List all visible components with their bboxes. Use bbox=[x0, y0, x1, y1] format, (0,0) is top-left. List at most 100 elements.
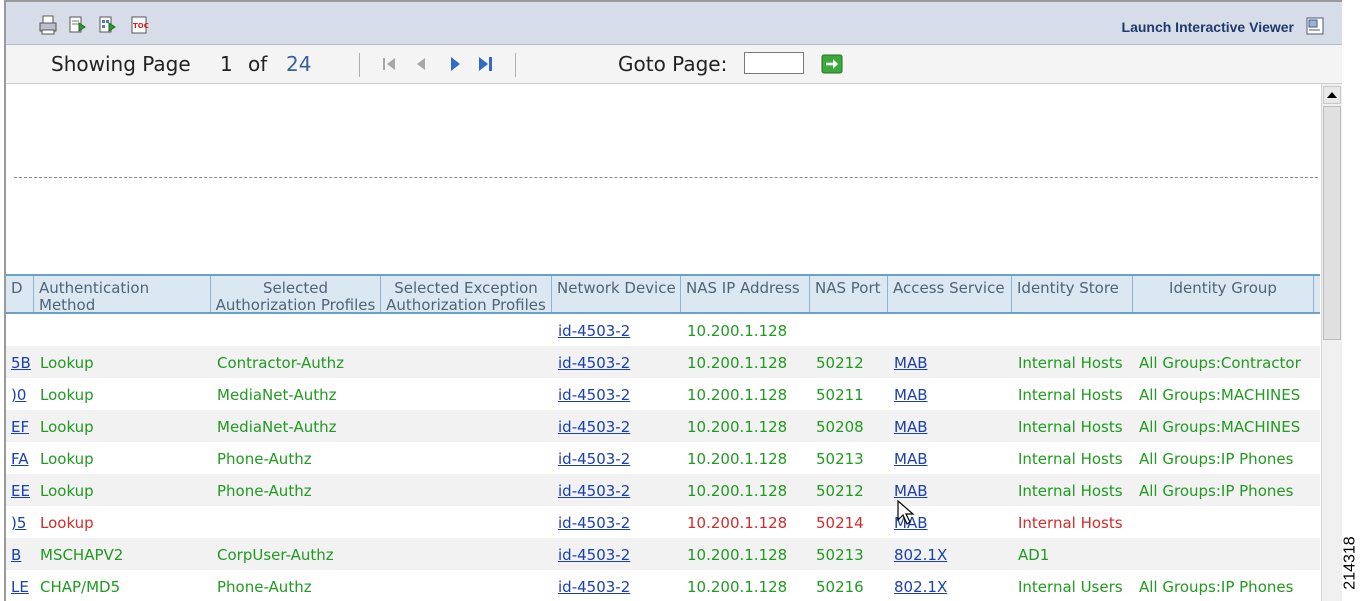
cell-ip: 10.200.1.128 bbox=[687, 386, 788, 404]
cell-id[interactable]: 5B bbox=[11, 354, 31, 372]
cell-id[interactable]: )0 bbox=[11, 386, 26, 404]
cell-device[interactable]: id-4503-2 bbox=[558, 578, 630, 596]
cell-ip: 10.200.1.128 bbox=[687, 354, 788, 372]
cell-id[interactable]: FA bbox=[11, 450, 29, 468]
launch-viewer-icon[interactable] bbox=[1306, 17, 1324, 35]
cell-profile: MediaNet-Authz bbox=[217, 386, 337, 404]
table-row: )5 Lookup id-4503-2 10.200.1.128 50214 MAB Int… bbox=[6, 506, 1320, 538]
export-icon[interactable] bbox=[68, 15, 88, 35]
cell-store: Internal Hosts bbox=[1018, 450, 1123, 468]
scroll-thumb[interactable] bbox=[1323, 106, 1341, 340]
showing-page-label: Showing Page bbox=[51, 52, 191, 76]
cell-service[interactable]: MAB bbox=[894, 450, 928, 468]
cell-ip: 10.200.1.128 bbox=[687, 514, 788, 532]
cell-device[interactable]: id-4503-2 bbox=[558, 546, 630, 564]
svg-text:TOC: TOC bbox=[133, 22, 149, 30]
column-header-network-device: Network Device bbox=[552, 276, 681, 312]
cell-port: 50208 bbox=[816, 418, 864, 436]
cell-method: CHAP/MD5 bbox=[40, 578, 121, 596]
table-row: EE Lookup Phone-Authz id-4503-2 10.200.1.128… bbox=[6, 474, 1320, 506]
of-label: of bbox=[248, 52, 268, 76]
cell-profile: CorpUser-Authz bbox=[217, 546, 334, 564]
cell-service[interactable]: MAB bbox=[894, 482, 928, 500]
arrow-up-icon bbox=[1327, 92, 1337, 98]
cell-ip: 10.200.1.128 bbox=[687, 322, 788, 340]
table-header: D Authentication Method Selected Authoriz… bbox=[6, 274, 1320, 314]
current-page-number: 1 bbox=[220, 52, 233, 76]
cell-method: Lookup bbox=[40, 354, 94, 372]
cell-group: All Groups:MACHINES bbox=[1139, 418, 1301, 436]
column-header-access-service: Access Service bbox=[888, 276, 1012, 312]
next-page-icon[interactable] bbox=[444, 54, 466, 74]
export-data-icon[interactable] bbox=[98, 15, 118, 35]
cell-profile: MediaNet-Authz bbox=[217, 418, 337, 436]
cell-ip: 10.200.1.128 bbox=[687, 418, 788, 436]
last-page-icon[interactable] bbox=[474, 54, 496, 74]
figure-number: 214318 bbox=[1341, 536, 1359, 590]
cell-device[interactable]: id-4503-2 bbox=[558, 418, 630, 436]
report-viewer: TOC Launch Interactive Viewer Showing Pa… bbox=[4, 0, 1342, 601]
column-header-nas-port: NAS Port bbox=[810, 276, 888, 312]
goto-page-input[interactable] bbox=[744, 52, 804, 74]
previous-page-icon[interactable] bbox=[411, 54, 433, 74]
cell-ip: 10.200.1.128 bbox=[687, 578, 788, 596]
cell-id[interactable]: EE bbox=[11, 482, 30, 500]
cell-store: Internal Users bbox=[1018, 578, 1123, 596]
cell-method: MSCHAPV2 bbox=[40, 546, 124, 564]
cell-profile: Phone-Authz bbox=[217, 482, 312, 500]
go-arrow-icon[interactable] bbox=[821, 54, 843, 74]
cell-store: Internal Hosts bbox=[1018, 418, 1123, 436]
first-page-icon[interactable] bbox=[380, 54, 402, 74]
cell-device[interactable]: id-4503-2 bbox=[558, 354, 630, 372]
cell-group: All Groups:Contractor bbox=[1139, 354, 1301, 372]
cell-method: Lookup bbox=[40, 482, 94, 500]
cell-id[interactable]: )5 bbox=[11, 514, 26, 532]
cell-device[interactable]: id-4503-2 bbox=[558, 386, 630, 404]
cell-method: Lookup bbox=[40, 418, 94, 436]
cell-group: All Groups:IP Phones bbox=[1139, 578, 1294, 596]
cell-port: 50213 bbox=[816, 546, 864, 564]
total-pages: 24 bbox=[286, 52, 312, 76]
table-row: )0 Lookup MediaNet-Authz id-4503-2 10.200.1.… bbox=[6, 378, 1320, 410]
table-row: FA Lookup Phone-Authz id-4503-2 10.200.1.128… bbox=[6, 442, 1320, 474]
cell-port: 50211 bbox=[816, 386, 864, 404]
cell-service[interactable]: 802.1X bbox=[894, 546, 947, 564]
cell-ip: 10.200.1.128 bbox=[687, 450, 788, 468]
column-header-selected-exception-authorization-profiles: Selected Exception Authorization Profiles bbox=[381, 276, 552, 314]
vertical-scrollbar[interactable] bbox=[1321, 84, 1342, 601]
toc-icon[interactable]: TOC bbox=[130, 15, 150, 35]
cell-device[interactable]: id-4503-2 bbox=[558, 322, 630, 340]
column-header-identity-store: Identity Store bbox=[1012, 276, 1133, 312]
divider bbox=[515, 53, 516, 77]
cell-group: All Groups:IP Phones bbox=[1139, 450, 1294, 468]
cell-service[interactable]: MAB bbox=[894, 354, 928, 372]
cell-id[interactable]: B bbox=[11, 546, 21, 564]
pager-bar: Showing Page 1 of 24 Goto Page: bbox=[6, 45, 1342, 84]
cell-port: 50214 bbox=[816, 514, 864, 532]
print-icon[interactable] bbox=[38, 15, 58, 35]
cell-profile: Contractor-Authz bbox=[217, 354, 345, 372]
table-row: id-4503-2 10.200.1.128 bbox=[6, 314, 1320, 346]
cell-port: 50216 bbox=[816, 578, 864, 596]
column-header-authentication-method: Authentication Method bbox=[34, 276, 211, 314]
table-row: EF Lookup MediaNet-Authz id-4503-2 10.200.1.… bbox=[6, 410, 1320, 442]
column-header-identity-group: Identity Group bbox=[1133, 276, 1314, 312]
cell-device[interactable]: id-4503-2 bbox=[558, 482, 630, 500]
table-row: B MSCHAPV2 CorpUser-Authz id-4503-2 10.200.1… bbox=[6, 538, 1320, 570]
cell-store: Internal Hosts bbox=[1018, 482, 1123, 500]
cell-id[interactable]: LE bbox=[11, 578, 29, 596]
cell-id[interactable]: EF bbox=[11, 418, 29, 436]
cell-service[interactable]: MAB bbox=[894, 386, 928, 404]
cell-ip: 10.200.1.128 bbox=[687, 482, 788, 500]
cell-service[interactable]: MAB bbox=[894, 418, 928, 436]
cell-service[interactable]: 802.1X bbox=[894, 578, 947, 596]
cell-group: All Groups:IP Phones bbox=[1139, 482, 1294, 500]
goto-page-label: Goto Page: bbox=[618, 52, 728, 76]
toolbar: TOC Launch Interactive Viewer bbox=[6, 2, 1342, 45]
scroll-up-button[interactable] bbox=[1323, 86, 1341, 104]
mouse-cursor-icon bbox=[897, 500, 915, 525]
cell-method: Lookup bbox=[40, 386, 94, 404]
cell-device[interactable]: id-4503-2 bbox=[558, 514, 630, 532]
launch-interactive-viewer-link[interactable]: Launch Interactive Viewer bbox=[1122, 19, 1294, 35]
cell-device[interactable]: id-4503-2 bbox=[558, 450, 630, 468]
